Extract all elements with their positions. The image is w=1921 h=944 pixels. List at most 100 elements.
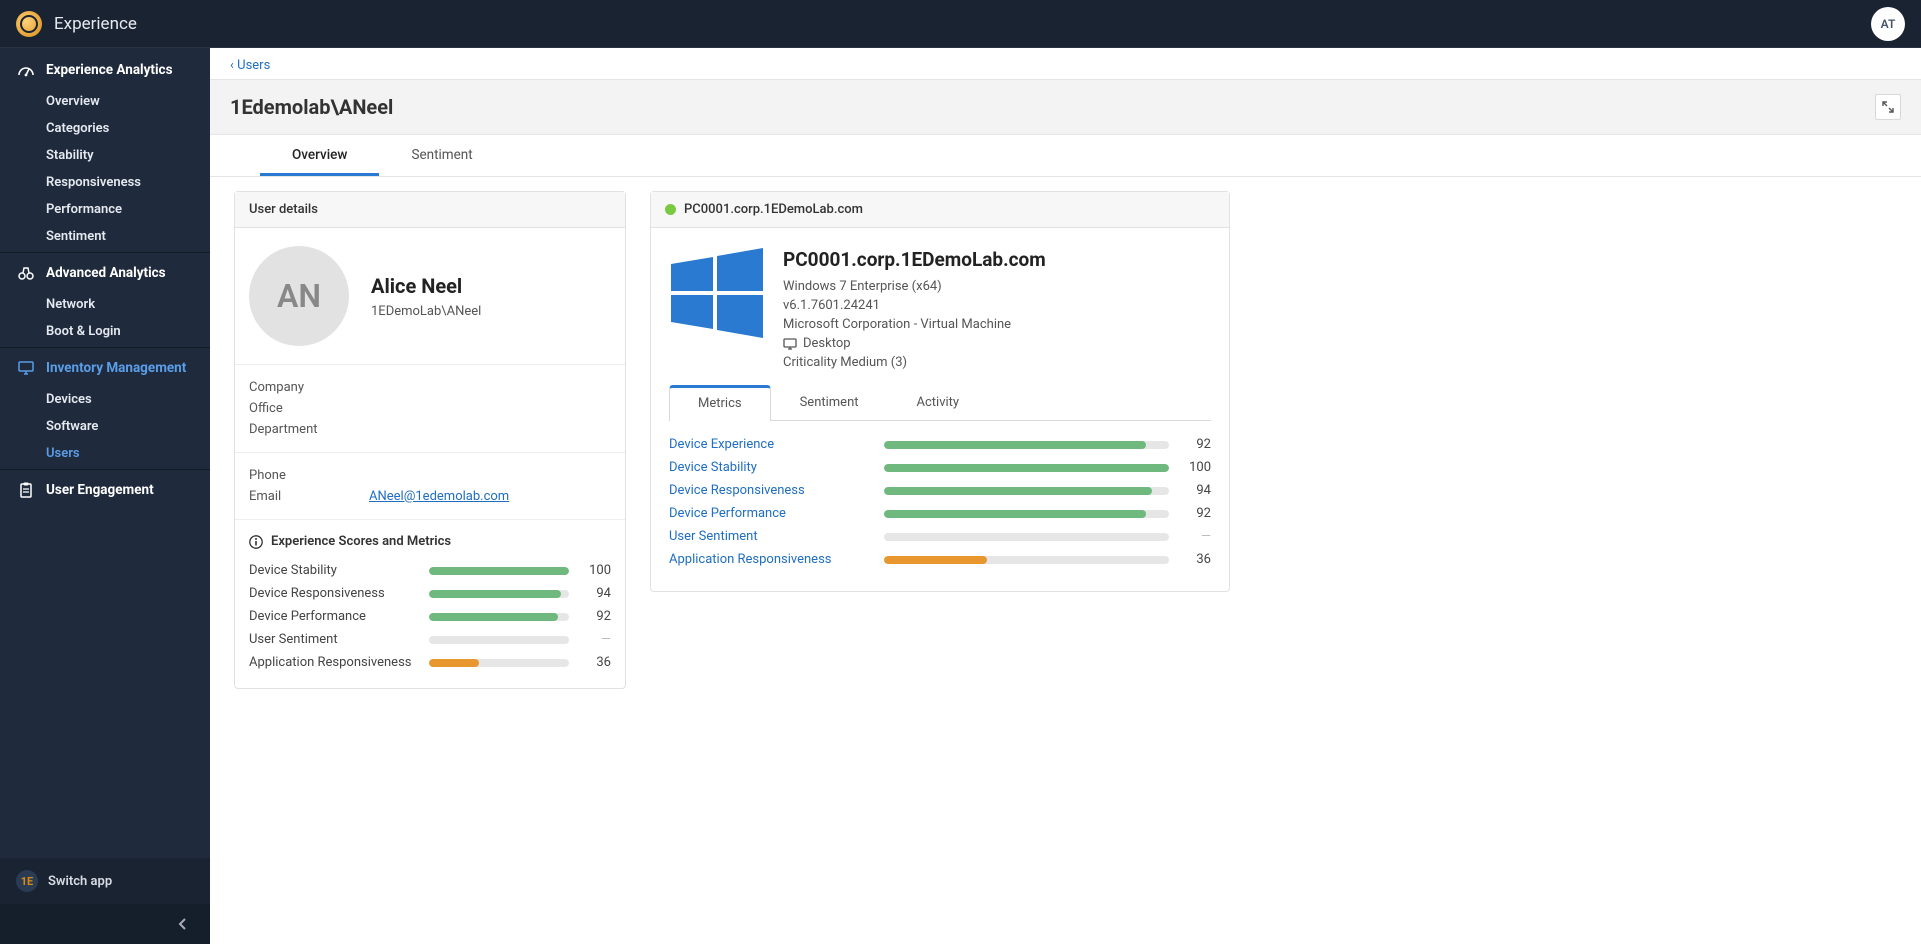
breadcrumb-parent-link[interactable]: ‹ Users — [230, 58, 270, 73]
windows-logo-icon — [669, 248, 765, 338]
metric-value: 36 — [1181, 552, 1211, 567]
user-details-card: User details AN Alice Neel 1EDemoLab\ANe… — [234, 191, 626, 689]
metric-value: 94 — [581, 586, 611, 601]
sidebar-item-users[interactable]: Users — [0, 440, 210, 467]
metric-name[interactable]: Device Responsiveness — [669, 483, 884, 498]
metric-name[interactable]: Application Responsiveness — [669, 552, 884, 567]
tab-sentiment[interactable]: Sentiment — [379, 135, 504, 176]
metric-value: 92 — [581, 609, 611, 624]
device-card-header: PC0001.corp.1EDemoLab.com — [651, 192, 1229, 228]
metric-name[interactable]: Device Experience — [669, 437, 884, 452]
device-hardware: Microsoft Corporation - Virtual Machine — [783, 315, 1046, 334]
metric-bar — [884, 533, 1169, 541]
metric-value: 100 — [581, 563, 611, 578]
scores-header: Experience Scores and Metrics — [235, 520, 625, 557]
metric-value: 92 — [1181, 437, 1211, 452]
phone-label: Phone — [249, 468, 369, 483]
device-tab-activity[interactable]: Activity — [888, 384, 989, 420]
company-label: Company — [249, 380, 369, 395]
clipboard-icon — [16, 482, 36, 498]
metric-name[interactable]: Device Stability — [669, 460, 884, 475]
expand-icon — [1882, 101, 1894, 113]
binoculars-icon — [16, 266, 36, 280]
sidebar-item-overview[interactable]: Overview — [0, 88, 210, 115]
metric-value: — — [581, 632, 611, 647]
metric-row: Device Performance 92 — [669, 502, 1211, 525]
metric-bar — [884, 556, 1169, 564]
switch-app-button[interactable]: 1E Switch app — [0, 858, 210, 904]
sidebar-section-user-engagement[interactable]: User Engagement — [0, 472, 210, 508]
dashboard-icon — [16, 63, 36, 77]
metric-bar — [429, 636, 569, 644]
device-criticality: Criticality Medium (3) — [783, 353, 1046, 372]
metric-name: Device Responsiveness — [249, 586, 429, 601]
metric-bar — [429, 659, 569, 667]
metric-row: Device Stability 100 — [669, 456, 1211, 479]
metric-row: User Sentiment — — [669, 525, 1211, 548]
device-card: PC0001.corp.1EDemoLab.com PC0001.corp.1E… — [650, 191, 1230, 592]
metric-bar — [429, 567, 569, 575]
metric-row: Device Responsiveness 94 — [669, 479, 1211, 502]
sidebar-collapse-button[interactable] — [0, 904, 210, 944]
metric-value: — — [1181, 529, 1211, 544]
metric-bar — [429, 590, 569, 598]
expand-button[interactable] — [1875, 94, 1901, 120]
email-link[interactable]: ANeel@1edemolab.com — [369, 489, 509, 504]
sidebar-item-devices[interactable]: Devices — [0, 386, 210, 413]
office-label: Office — [249, 401, 369, 416]
switch-app-label: Switch app — [48, 874, 112, 889]
sidebar-section-inventory-management[interactable]: Inventory Management — [0, 350, 210, 386]
info-icon — [249, 535, 263, 549]
device-os: Windows 7 Enterprise (x64) — [783, 277, 1046, 296]
sidebar-item-sentiment[interactable]: Sentiment — [0, 223, 210, 250]
email-label: Email — [249, 489, 369, 504]
metric-name: Device Stability — [249, 563, 429, 578]
sidebar-item-stability[interactable]: Stability — [0, 142, 210, 169]
metric-bar — [429, 613, 569, 621]
sidebar-item-categories[interactable]: Categories — [0, 115, 210, 142]
status-dot-icon — [665, 204, 676, 215]
metric-name: User Sentiment — [249, 632, 429, 647]
device-tab-sentiment[interactable]: Sentiment — [771, 384, 888, 420]
metric-bar — [884, 487, 1169, 495]
metric-row: Device Experience 92 — [669, 433, 1211, 456]
device-version: v6.1.7601.24241 — [783, 296, 1046, 315]
page-title: 1Edemolab\ANeel — [230, 95, 393, 119]
metric-row: Device Performance92 — [249, 605, 611, 628]
sidebar-item-responsiveness[interactable]: Responsiveness — [0, 169, 210, 196]
metric-name: Application Responsiveness — [249, 655, 429, 670]
sidebar-item-network[interactable]: Network — [0, 291, 210, 318]
device-form-factor: Desktop — [783, 334, 1046, 353]
user-name: Alice Neel — [371, 274, 481, 298]
device-fqdn: PC0001.corp.1EDemoLab.com — [783, 248, 1046, 271]
metric-name[interactable]: Device Performance — [669, 506, 884, 521]
metric-value: 92 — [1181, 506, 1211, 521]
metric-name[interactable]: User Sentiment — [669, 529, 884, 544]
breadcrumb: ‹ Users — [210, 48, 1921, 79]
sidebar-item-performance[interactable]: Performance — [0, 196, 210, 223]
metric-value: 100 — [1181, 460, 1211, 475]
sidebar-section-experience-analytics[interactable]: Experience Analytics — [0, 52, 210, 88]
sidebar: Experience AnalyticsOverviewCategoriesSt… — [0, 48, 210, 944]
tab-overview[interactable]: Overview — [260, 135, 379, 176]
sidebar-item-boot-login[interactable]: Boot & Login — [0, 318, 210, 345]
metric-row: Application Responsiveness 36 — [669, 548, 1211, 571]
user-initials-avatar: AN — [249, 246, 349, 346]
sidebar-item-software[interactable]: Software — [0, 413, 210, 440]
metric-row: Device Stability 100 — [249, 559, 611, 582]
metric-row: Application Responsiveness 36 — [249, 651, 611, 674]
user-domain: 1EDemoLab\ANeel — [371, 304, 481, 319]
device-sub-tabs: MetricsSentimentActivity — [651, 384, 1229, 420]
metric-bar — [884, 510, 1169, 518]
metric-value: 36 — [581, 655, 611, 670]
device-tab-metrics[interactable]: Metrics — [669, 385, 771, 421]
monitor-icon — [783, 338, 797, 350]
metric-row: Device Responsiveness 94 — [249, 582, 611, 605]
sidebar-section-advanced-analytics[interactable]: Advanced Analytics — [0, 255, 210, 291]
page-header: 1Edemolab\ANeel — [210, 79, 1921, 135]
switch-app-icon: 1E — [16, 870, 38, 892]
user-avatar[interactable]: AT — [1871, 7, 1905, 41]
chevron-left-icon — [178, 918, 188, 930]
monitor-icon — [16, 361, 36, 375]
metric-value: 94 — [1181, 483, 1211, 498]
